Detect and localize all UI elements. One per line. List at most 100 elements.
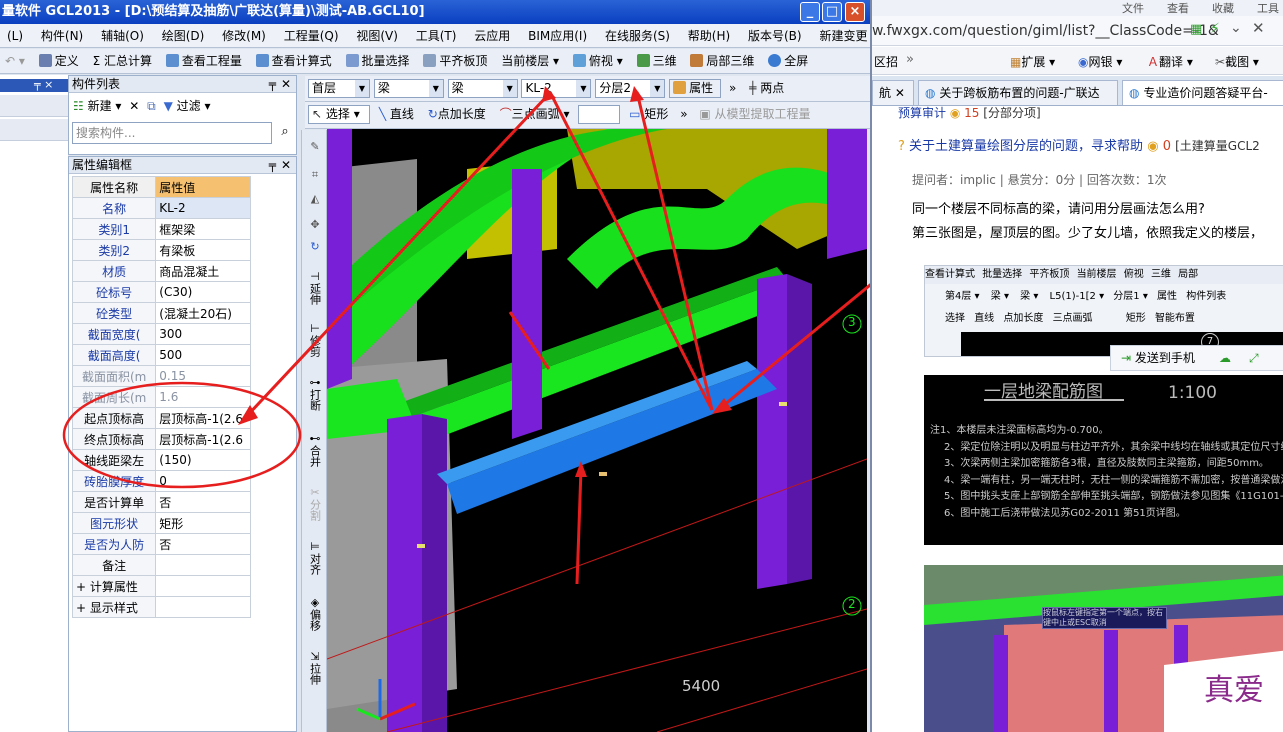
summary-calc-button[interactable]: Σ 汇总计算	[88, 49, 157, 73]
lightning-icon[interactable]: ⚡	[1210, 21, 1220, 37]
select-tool[interactable]: ↖ 选择 ▾	[308, 105, 370, 124]
menu-edit[interactable]: (L)	[0, 24, 30, 47]
menu-view[interactable]: 视图(V)	[349, 24, 405, 47]
menu-tools[interactable]: 工具(T)	[409, 24, 464, 47]
move-icon[interactable]: ✥	[306, 218, 324, 231]
translate-button[interactable]: Ａ翻译 ▾	[1147, 53, 1193, 70]
type2-select[interactable]: 梁 ▼	[447, 79, 518, 98]
pin-icon[interactable]: ╤ ×	[34, 78, 53, 91]
mirror-icon[interactable]: ◭	[306, 192, 324, 205]
property-row[interactable]: 砖胎膜厚度 0	[71, 470, 251, 492]
type1-select[interactable]: 梁 ▼	[373, 79, 444, 98]
break-tool[interactable]: ⊶ 打断	[306, 376, 324, 411]
align-slab-top-button[interactable]: 平齐板顶	[418, 49, 492, 73]
more-icon[interactable]: »	[906, 52, 914, 67]
3d-button[interactable]: 三维	[632, 49, 682, 73]
split-tool[interactable]: ✂ 分割	[306, 486, 324, 521]
menu-aux-axis[interactable]: 辅轴(O)	[94, 24, 151, 47]
property-row[interactable]: 类别1 框架梁	[71, 218, 251, 240]
left-panel-row[interactable]	[0, 119, 68, 141]
menu-draw[interactable]: 绘图(D)	[155, 24, 212, 47]
more-icon[interactable]: »	[725, 76, 740, 101]
menu-tools[interactable]: 工具	[1257, 0, 1279, 16]
node-icon[interactable]: ⌗	[306, 168, 324, 181]
minimize-button[interactable]: _	[800, 2, 820, 22]
cloud-icon[interactable]: ☁	[1219, 346, 1231, 370]
close-icon[interactable]: ✕	[1252, 19, 1265, 37]
copy-icon[interactable]: ⧉	[147, 99, 156, 113]
tab-active[interactable]: ◍ 专业造价问题答疑平台-	[1122, 80, 1283, 105]
property-row[interactable]: 轴线距梁左 (150)	[71, 449, 251, 471]
property-row[interactable]: 截面高度(500	[71, 344, 251, 366]
new-component-button[interactable]: ☷ 新建 ▾	[73, 99, 121, 113]
property-row[interactable]: 备注	[71, 554, 251, 576]
property-row[interactable]: 截面面积(m 0.15	[71, 365, 251, 387]
question-title-link[interactable]: ? 关于土建算量绘图分层的问题，寻求帮助 ◉ 0 [土建算量GCL2	[898, 135, 1260, 154]
screenshot-button[interactable]: ✂截图 ▾	[1215, 53, 1259, 70]
search-icon[interactable]: ⌕	[275, 122, 295, 144]
property-row[interactable]: 截面宽度(300	[71, 323, 251, 345]
extract-quantity-button[interactable]: ▣ 从模型提取工程量	[694, 102, 815, 127]
extend-tool[interactable]: ⊣ 延伸	[306, 270, 324, 305]
property-row[interactable]: 名称 KL-2	[71, 197, 251, 219]
layer-select[interactable]: 分层2 ▼	[595, 79, 666, 98]
close-icon[interactable]: ✕	[895, 86, 905, 100]
component-search-input[interactable]: 搜索构件...	[72, 122, 272, 144]
menu-view[interactable]: 查看	[1167, 0, 1189, 16]
batch-select-button[interactable]: 批量选择	[341, 49, 415, 73]
property-group-calc[interactable]: + 计算属性	[71, 575, 251, 597]
delete-icon[interactable]: ✕	[129, 99, 139, 113]
menu-component[interactable]: 构件(N)	[34, 24, 90, 47]
tab[interactable]: 航 ✕	[872, 80, 914, 105]
menu-new-change[interactable]: 新建变更	[812, 24, 870, 47]
menu-online[interactable]: 在线服务(S)	[598, 24, 677, 47]
menu-modify[interactable]: 修改(M)	[215, 24, 273, 47]
menu-help[interactable]: 帮助(H)	[681, 24, 737, 47]
top-view-button[interactable]: 俯视 ▾	[568, 49, 628, 73]
send-to-phone-bar[interactable]: ⇥ 发送到手机 ☁ ⤢	[1110, 345, 1283, 371]
rotate-icon[interactable]: ↻	[306, 240, 324, 253]
rectangle-tool[interactable]: ▭ 矩形	[624, 102, 673, 127]
local-3d-button[interactable]: 局部三维	[685, 49, 759, 73]
align-tool[interactable]: ⊨ 对齐	[306, 540, 324, 575]
three-point-arc-tool[interactable]: ⌒三点画弧 ▾	[495, 102, 575, 127]
toolbar-item[interactable]: 区招	[874, 53, 898, 70]
pin-icon[interactable]: ╤	[269, 157, 276, 173]
floor-select[interactable]: 首层 ▼	[308, 79, 370, 98]
property-row[interactable]: 截面周长(m 1.6	[71, 386, 251, 408]
properties-button[interactable]: 属性	[669, 79, 722, 98]
view-formula-button[interactable]: 查看计算式	[251, 49, 337, 73]
current-floor-button[interactable]: 当前楼层 ▾	[496, 49, 564, 73]
property-row[interactable]: 是否计算单否	[71, 491, 251, 513]
property-row[interactable]: 终点顶标高 层顶标高-1(2.6	[71, 428, 251, 450]
3d-model-canvas[interactable]	[327, 129, 867, 732]
trim-tool[interactable]: ⊢ 修剪	[306, 322, 324, 357]
menu-version[interactable]: 版本号(B)	[741, 24, 809, 47]
pin-icon[interactable]: ╤	[269, 76, 276, 92]
ebank-button[interactable]: ◉网银 ▾	[1078, 53, 1122, 70]
menu-file[interactable]: 文件	[1122, 0, 1144, 16]
menu-favorites[interactable]: 收藏	[1212, 0, 1234, 16]
left-panel-row[interactable]	[0, 95, 68, 117]
stretch-tool[interactable]: ⇲ 拉伸	[306, 650, 324, 685]
prev-question-link[interactable]: 预算审计 ◉ 15 [分部分项]	[898, 104, 1041, 121]
close-button[interactable]: ×	[845, 2, 865, 22]
view-quantity-button[interactable]: 查看工程量	[161, 49, 247, 73]
undo-icon[interactable]: ↶ ▾	[0, 49, 30, 73]
expand-icon[interactable]: ⤢	[1249, 346, 1259, 370]
property-row[interactable]: 砼标号 (C30)	[71, 281, 251, 303]
offset-tool[interactable]: ◈ 偏移	[306, 596, 324, 631]
maximize-button[interactable]: □	[822, 2, 842, 22]
property-row[interactable]: 图元形状 矩形	[71, 512, 251, 534]
3d-viewport[interactable]: 5400 3 2	[327, 129, 867, 732]
menu-cloud[interactable]: 云应用	[467, 24, 517, 47]
brush-icon[interactable]: ✎	[306, 140, 324, 153]
property-row[interactable]: 类别2 有梁板	[71, 239, 251, 261]
line-tool[interactable]: ╲ 直线	[374, 102, 419, 127]
property-row[interactable]: 起点顶标高 层顶标高-1(2.6	[71, 407, 251, 429]
property-row[interactable]: 材质 商品混凝土	[71, 260, 251, 282]
define-button[interactable]: 定义	[34, 49, 84, 73]
filter-button[interactable]: ▼ 过滤 ▾	[164, 99, 211, 113]
arc-param-input[interactable]	[578, 105, 621, 124]
merge-tool[interactable]: ⊷ 合并	[306, 432, 324, 467]
